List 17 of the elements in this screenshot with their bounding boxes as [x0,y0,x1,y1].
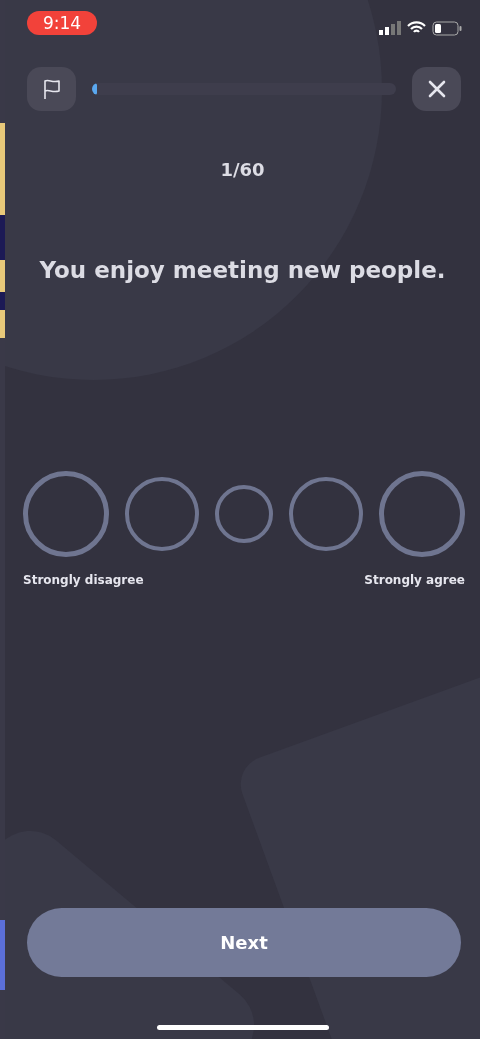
answer-option[interactable] [125,477,199,551]
status-time: 9:14 [27,11,98,35]
close-icon [427,80,446,98]
question-text: You enjoy meeting new people. [38,257,447,283]
flag-button[interactable] [27,67,76,111]
wifi-icon [407,21,426,35]
flag-icon [41,78,62,100]
answer-option[interactable] [289,477,363,551]
question-counter: 1/60 [219,159,266,180]
battery-icon [432,20,462,36]
signal-icon [379,21,401,35]
answer-option[interactable] [215,485,273,543]
scale-label: Strongly agree [364,573,465,587]
answer-option[interactable] [379,471,465,557]
close-button[interactable] [412,67,461,111]
answer-option[interactable] [23,471,109,557]
scale-label: Strongly disagree [23,573,144,587]
